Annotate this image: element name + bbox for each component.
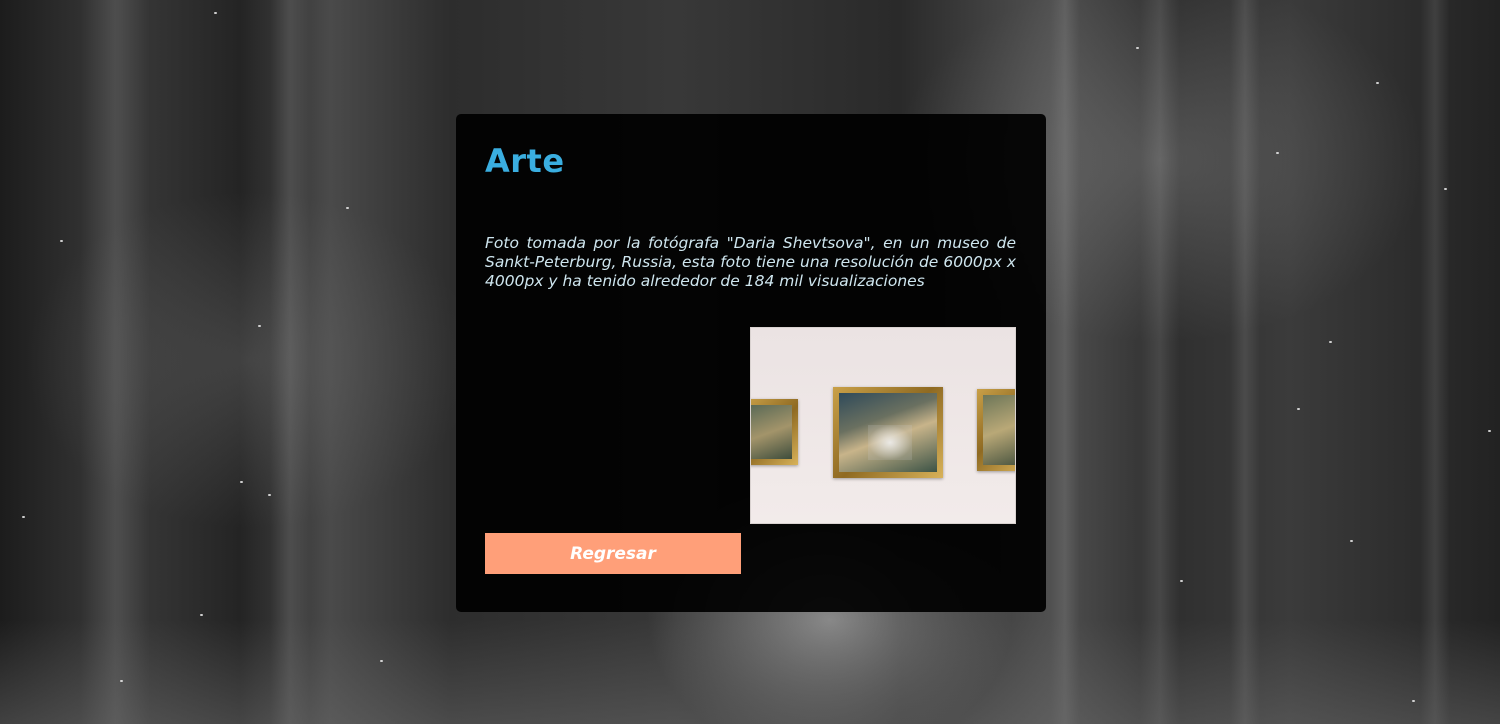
card-title: Arte bbox=[485, 142, 565, 180]
painting-canvas bbox=[751, 405, 792, 459]
background-pillar bbox=[270, 0, 310, 724]
dust-speck bbox=[1412, 700, 1415, 702]
dust-speck bbox=[1350, 540, 1353, 542]
dust-speck bbox=[268, 494, 271, 496]
background-pillar bbox=[1420, 0, 1450, 724]
dust-speck bbox=[380, 660, 383, 662]
painting-detail bbox=[868, 424, 913, 461]
dust-speck bbox=[1488, 430, 1491, 432]
dust-speck bbox=[1297, 408, 1300, 410]
art-info-card: Arte Foto tomada por la fotógrafa "Daria… bbox=[456, 114, 1046, 612]
background-pillar bbox=[1140, 0, 1180, 724]
back-button[interactable]: Regresar bbox=[485, 533, 741, 574]
painting-frame-right bbox=[977, 389, 1015, 471]
dust-speck bbox=[1136, 47, 1139, 49]
background-pillar bbox=[1050, 0, 1080, 724]
card-description: Foto tomada por la fotógrafa "Daria Shev… bbox=[485, 234, 1016, 290]
painting-canvas bbox=[983, 395, 1015, 465]
background-floor bbox=[0, 620, 1500, 724]
painting-frame-left bbox=[751, 399, 798, 465]
dust-speck bbox=[1329, 341, 1332, 343]
dust-speck bbox=[1376, 82, 1379, 84]
dust-speck bbox=[22, 516, 25, 518]
dust-speck bbox=[258, 325, 261, 327]
background-pillar bbox=[1230, 0, 1260, 724]
dust-speck bbox=[240, 481, 243, 483]
painting-canvas bbox=[839, 393, 937, 472]
dust-speck bbox=[1276, 152, 1279, 154]
dust-speck bbox=[60, 240, 63, 242]
dust-speck bbox=[346, 207, 349, 209]
dust-speck bbox=[1180, 580, 1183, 582]
painting-frame-center bbox=[833, 387, 943, 478]
museum-photo bbox=[750, 327, 1016, 524]
dust-speck bbox=[200, 614, 203, 616]
dust-speck bbox=[120, 680, 123, 682]
background-pillar bbox=[80, 0, 150, 724]
dust-speck bbox=[1444, 188, 1447, 190]
dust-speck bbox=[214, 12, 217, 14]
